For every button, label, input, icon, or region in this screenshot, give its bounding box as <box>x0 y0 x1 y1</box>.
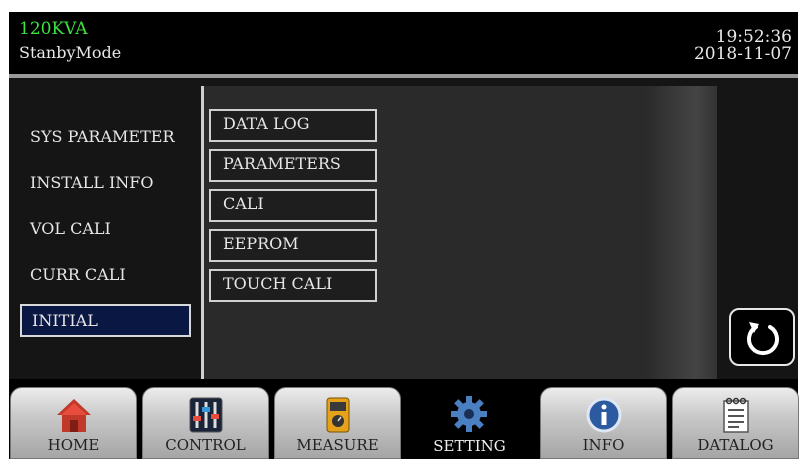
tab-home[interactable]: HOME <box>10 387 137 459</box>
tab-datalog-label: DATALOG <box>697 436 774 454</box>
menu-item-install-info[interactable]: INSTALL INFO <box>20 166 191 199</box>
tab-datalog[interactable]: DATALOG <box>672 387 799 459</box>
gear-icon <box>451 396 487 432</box>
menu-item-curr-cali[interactable]: CURR CALI <box>20 258 191 291</box>
menu-item-initial[interactable]: INITIAL <box>20 304 191 337</box>
eeprom-button[interactable]: EEPROM <box>209 229 377 262</box>
clock-time: 19:52:36 <box>715 27 792 47</box>
tab-setting-label: SETTING <box>433 437 506 455</box>
multimeter-icon <box>326 397 350 433</box>
data-log-button[interactable]: DATA LOG <box>209 109 377 142</box>
sliders-icon <box>189 397 223 433</box>
tab-control-label: CONTROL <box>165 436 246 454</box>
parameters-button[interactable]: PARAMETERS <box>209 149 377 182</box>
tab-control[interactable]: CONTROL <box>142 387 269 459</box>
tab-setting[interactable]: SETTING <box>406 387 533 459</box>
tab-measure[interactable]: MEASURE <box>274 387 401 459</box>
bottom-nav: HOME CONTROL MEASURE SETTING INFO DATALO… <box>9 379 799 459</box>
clock-date: 2018-11-07 <box>693 44 792 64</box>
mode-label: StanbyMode <box>19 43 122 62</box>
menu-item-sys-parameter[interactable]: SYS PARAMETER <box>20 120 191 153</box>
initial-options-panel: DATA LOG PARAMETERS CALI EEPROM TOUCH CA… <box>204 86 717 379</box>
screen: 120KVA StanbyMode 19:52:36 2018-11-07 SY… <box>0 0 799 459</box>
notepad-icon <box>723 397 749 433</box>
model-label: 120KVA <box>19 19 88 39</box>
tab-info[interactable]: INFO <box>540 387 667 459</box>
refresh-icon <box>747 322 779 356</box>
header-bar: 120KVA StanbyMode 19:52:36 2018-11-07 <box>9 12 798 74</box>
info-icon <box>586 397 622 433</box>
menu-item-vol-cali[interactable]: VOL CALI <box>20 212 191 245</box>
tab-home-label: HOME <box>47 436 100 454</box>
tab-info-label: INFO <box>582 436 625 454</box>
settings-category-menu: SYS PARAMETER INSTALL INFO VOL CALI CURR… <box>9 78 201 379</box>
back-button[interactable] <box>729 308 795 366</box>
tab-measure-label: MEASURE <box>296 436 379 454</box>
home-icon <box>57 399 91 432</box>
touch-cali-button[interactable]: TOUCH CALI <box>209 269 377 302</box>
cali-button[interactable]: CALI <box>209 189 377 222</box>
main-area: SYS PARAMETER INSTALL INFO VOL CALI CURR… <box>9 78 798 379</box>
